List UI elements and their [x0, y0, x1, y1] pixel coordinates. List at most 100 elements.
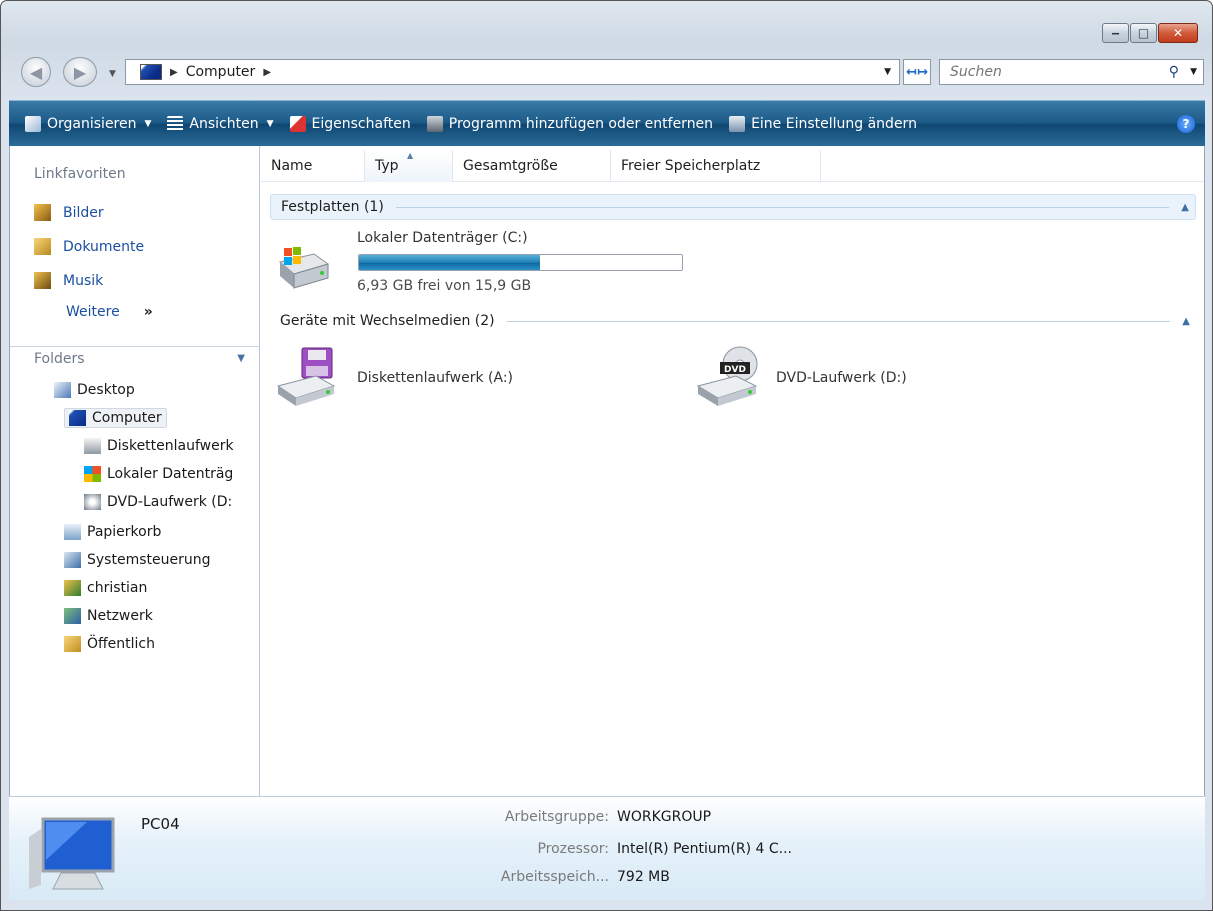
address-dropdown-icon[interactable]: ▼ — [884, 67, 891, 77]
search-icon[interactable]: ⚲ — [1169, 64, 1179, 80]
navigation-pane: Linkfavoriten Bilder Dokumente Musik Wei… — [10, 146, 260, 796]
link-label: Bilder — [63, 204, 104, 221]
tree-label: Öffentlich — [87, 636, 155, 652]
floppy-drive-icon — [84, 438, 101, 454]
tree-item-public[interactable]: Öffentlich — [64, 636, 155, 652]
cpu-label: Prozessor: — [537, 841, 609, 857]
back-button[interactable]: ◀ — [21, 57, 51, 87]
group-divider — [506, 320, 1171, 322]
free-space-text: 6,93 GB frei von 15,9 GB — [357, 278, 532, 294]
forward-arrow-icon: ▶ — [73, 62, 87, 82]
dvd-drive-icon: DVD — [696, 346, 758, 406]
organize-icon — [25, 115, 41, 132]
group-header-hard-disks[interactable]: Festplatten (1) ▲ — [270, 194, 1196, 220]
close-button[interactable]: ✕ — [1158, 23, 1198, 43]
group-title: Geräte mit Wechselmedien (2) — [280, 313, 495, 329]
tree-item-local-disk[interactable]: Lokaler Datenträg — [84, 466, 233, 482]
column-type[interactable]: ▲ Typ — [365, 150, 453, 182]
content-area: Linkfavoriten Bilder Dokumente Musik Wei… — [9, 146, 1205, 796]
tree-label: Lokaler Datenträg — [107, 466, 234, 482]
control-panel-icon — [729, 115, 746, 132]
link-music[interactable]: Musik — [34, 272, 103, 289]
tree-item-user[interactable]: christian — [64, 580, 147, 596]
tree-label: Computer — [92, 410, 162, 426]
drive-label: Lokaler Datenträger (C:) — [357, 230, 528, 246]
properties-label: Eigenschaften — [311, 115, 411, 132]
drive-label: DVD-Laufwerk (D:) — [776, 370, 907, 386]
explorer-window: ‒ □ ✕ ◀ ▶ ▼ ▶ Computer ▶ ▼ ↤↦ ⚲ ▼ Organi… — [0, 0, 1213, 911]
group-header-removable[interactable]: Geräte mit Wechselmedien (2) ▲ — [270, 308, 1196, 334]
programs-label: Programm hinzufügen oder entfernen — [448, 115, 714, 132]
command-bar: Organisieren ▼ Ansichten ▼ Eigenschaften… — [9, 100, 1205, 146]
computer-monitor-icon — [29, 817, 115, 890]
column-free-space[interactable]: Freier Speicherplatz — [611, 150, 821, 182]
tree-item-computer[interactable]: Computer — [64, 408, 167, 428]
floppy-drive-icon — [276, 347, 336, 406]
link-pictures[interactable]: Bilder — [34, 204, 104, 221]
folders-header[interactable]: Folders ▼ — [10, 346, 259, 372]
tree-item-floppy[interactable]: Diskettenlaufwerk — [84, 438, 234, 454]
address-bar[interactable]: ▶ Computer ▶ ▼ — [125, 59, 900, 85]
tree-label: Systemsteuerung — [87, 552, 211, 568]
computer-name: PC04 — [141, 815, 180, 833]
column-label: Gesamtgröße — [463, 158, 558, 174]
sort-ascending-icon: ▲ — [407, 151, 414, 160]
capacity-bar — [358, 254, 683, 271]
more-links-button[interactable]: Weitere » — [66, 304, 153, 320]
drive-label: Diskettenlaufwerk (A:) — [357, 370, 514, 386]
change-setting-button[interactable]: Eine Einstellung ändern — [721, 108, 925, 140]
user-folder-icon — [64, 580, 81, 596]
workgroup-label: Arbeitsgruppe: — [504, 809, 609, 825]
breadcrumb-separator-icon[interactable]: ▶ — [170, 67, 178, 78]
address-row: ◀ ▶ ▼ ▶ Computer ▶ ▼ ↤↦ ⚲ ▼ — [21, 53, 1204, 89]
link-label: Dokumente — [63, 238, 145, 255]
forward-button[interactable]: ▶ — [63, 57, 97, 87]
search-input[interactable] — [950, 64, 1150, 80]
computer-icon — [140, 64, 162, 80]
group-divider — [395, 206, 1170, 208]
breadcrumb-computer[interactable]: Computer — [186, 64, 256, 80]
tree-item-network[interactable]: Netzwerk — [64, 608, 153, 624]
breadcrumb-separator-icon[interactable]: ▶ — [263, 67, 271, 78]
maximize-button[interactable]: □ — [1130, 23, 1157, 43]
folders-title: Folders — [34, 351, 85, 367]
favorite-links-title: Linkfavoriten — [34, 166, 126, 182]
column-label: Name — [271, 158, 313, 174]
column-total-size[interactable]: Gesamtgröße — [453, 150, 611, 182]
details-pane: PC04 Arbeitsgruppe: WORKGROUP Prozessor:… — [9, 796, 1205, 900]
tree-label: DVD-Laufwerk (D: — [107, 494, 233, 510]
link-documents[interactable]: Dokumente — [34, 238, 144, 255]
organize-button[interactable]: Organisieren ▼ — [17, 108, 159, 140]
chevron-down-icon: ▼ — [237, 353, 245, 364]
column-label: Freier Speicherplatz — [621, 158, 761, 174]
tree-label: Netzwerk — [87, 608, 153, 624]
minimize-button[interactable]: ‒ — [1102, 23, 1129, 43]
tree-item-recycle-bin[interactable]: Papierkorb — [64, 524, 161, 540]
tree-item-desktop[interactable]: Desktop — [54, 382, 135, 398]
tree-item-dvd[interactable]: DVD-Laufwerk (D: — [84, 494, 232, 510]
column-name[interactable]: Name — [261, 150, 365, 182]
dvd-logo-text: DVD — [724, 365, 746, 375]
capacity-bar-fill — [359, 255, 540, 270]
collapse-icon[interactable]: ▲ — [1182, 316, 1190, 327]
tree-label: Papierkorb — [87, 524, 162, 540]
search-dropdown-icon[interactable]: ▼ — [1190, 67, 1197, 77]
search-box[interactable]: ⚲ ▼ — [939, 59, 1204, 85]
properties-button[interactable]: Eigenschaften — [282, 108, 419, 140]
views-label: Ansichten — [189, 115, 259, 132]
programs-icon — [426, 115, 443, 132]
tree-item-control-panel[interactable]: Systemsteuerung — [64, 552, 210, 568]
refresh-button[interactable]: ↤↦ — [903, 59, 931, 85]
collapse-icon[interactable]: ▲ — [1181, 202, 1189, 213]
desktop-icon — [54, 382, 71, 398]
more-label: Weitere — [66, 304, 120, 320]
double-chevron-icon: » — [143, 304, 153, 320]
column-label: Typ — [375, 158, 399, 174]
organize-label: Organisieren — [47, 115, 137, 132]
views-button[interactable]: Ansichten ▼ — [159, 108, 281, 140]
recycle-bin-icon — [64, 524, 81, 540]
link-label: Musik — [63, 272, 104, 289]
recent-pages-dropdown[interactable]: ▼ — [109, 69, 116, 79]
help-button[interactable]: ? — [1177, 115, 1195, 133]
add-remove-programs-button[interactable]: Programm hinzufügen oder entfernen — [419, 108, 721, 140]
